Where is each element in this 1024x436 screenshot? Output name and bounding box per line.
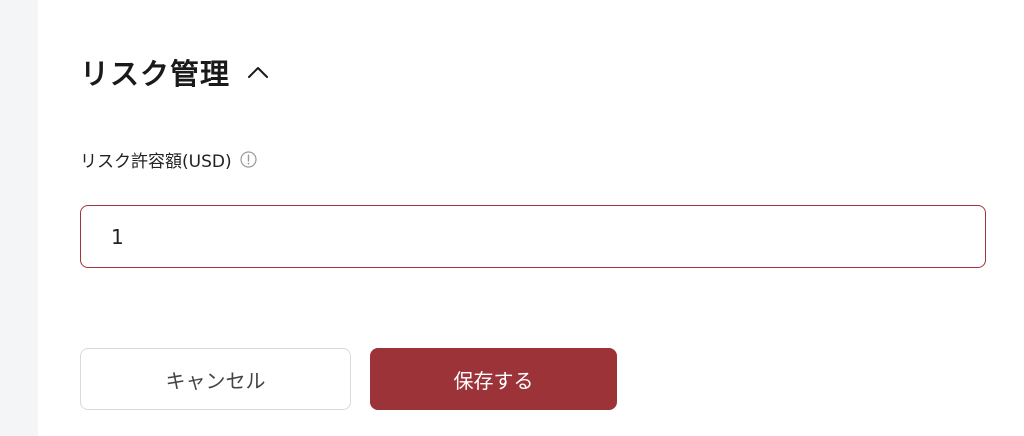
chevron-up-icon[interactable] <box>244 58 272 86</box>
cancel-button[interactable]: キャンセル <box>80 348 351 410</box>
risk-settings-page: リスク管理 リスク許容額(USD) キャンセル 保存する <box>0 0 1024 436</box>
section-title: リスク管理 <box>80 57 231 91</box>
save-button-label: 保存する <box>453 368 534 393</box>
info-circle-icon[interactable] <box>240 150 258 168</box>
left-sidebar-strip <box>0 0 38 436</box>
risk-amount-label-row: リスク許容額(USD) <box>80 146 258 172</box>
risk-amount-input[interactable] <box>81 205 985 268</box>
save-button[interactable]: 保存する <box>370 348 617 410</box>
cancel-button-label: キャンセル <box>165 368 266 393</box>
section-header: リスク管理 <box>80 50 272 94</box>
risk-amount-input-wrapper <box>80 205 986 268</box>
risk-amount-label: リスク許容額(USD) <box>80 151 232 172</box>
